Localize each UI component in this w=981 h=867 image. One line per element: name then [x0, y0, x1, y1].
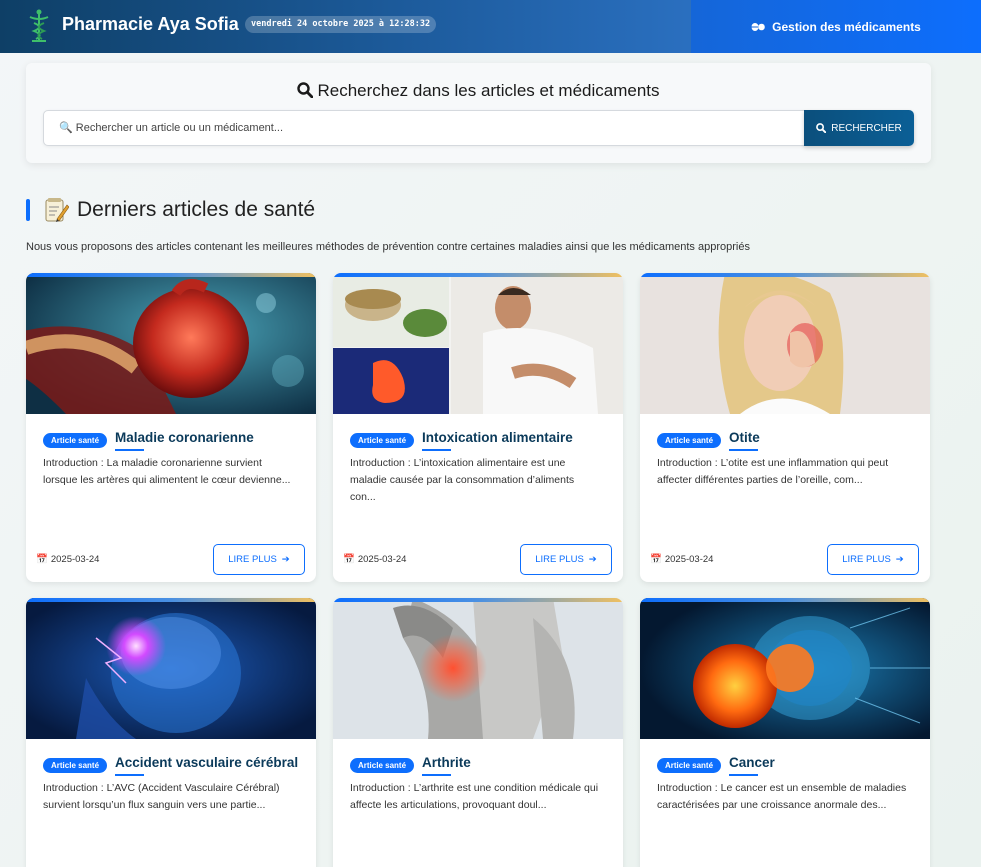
article-intro: Introduction : La maladie coronarienne s…	[43, 457, 291, 486]
section-title-text: Derniers articles de santé	[77, 198, 316, 221]
title-underline	[115, 774, 144, 776]
datetime-badge: vendredi 24 octobre 2025 à 12:28:32	[245, 16, 437, 33]
pills-icon	[751, 22, 765, 31]
stomach-pain-image[interactable]	[333, 273, 623, 414]
category-badge: Article santé	[43, 758, 108, 773]
article-card[interactable]: Article santé Maladie coronarienne Intro…	[26, 273, 316, 582]
arrow-right-icon: ➔	[588, 554, 597, 565]
title-underline	[422, 449, 451, 451]
title-underline	[422, 774, 451, 776]
nav-medications-label: Gestion des médicaments	[772, 19, 921, 34]
cancer-cell-image[interactable]	[640, 598, 930, 739]
search-title: Recherchez dans les articles et médicame…	[26, 81, 931, 101]
top-header: Pharmacie Aya Sofia vendredi 24 octobre …	[0, 0, 981, 53]
arrow-right-icon: ➔	[895, 554, 904, 565]
article-title[interactable]: Maladie coronarienne	[115, 430, 254, 445]
article-intro: Introduction : L’arthrite est une condit…	[350, 782, 599, 811]
brand-name[interactable]: Pharmacie Aya Sofia	[62, 14, 239, 35]
article-title[interactable]: Accident vasculaire cérébral	[115, 755, 298, 770]
article-title[interactable]: Intoxication alimentaire	[422, 430, 573, 445]
article-intro: Introduction : L’otite est une inflammat…	[657, 457, 889, 486]
calendar-icon: 📅	[650, 554, 662, 565]
caduceus-icon[interactable]	[26, 9, 52, 43]
memo-icon	[45, 198, 69, 222]
search-box[interactable]	[43, 110, 805, 146]
title-underline	[729, 774, 758, 776]
search-button[interactable]: RECHERCHER	[804, 110, 914, 146]
category-badge: Article santé	[350, 758, 415, 773]
category-badge: Article santé	[43, 433, 108, 448]
article-intro: Introduction : Le cancer est un ensemble…	[657, 782, 907, 811]
title-underline	[729, 449, 758, 451]
article-card[interactable]: Article santé Otite Introduction : L’oti…	[640, 273, 930, 582]
nav-medications-button[interactable]: Gestion des médicaments	[691, 0, 981, 53]
knee-pain-image[interactable]	[333, 598, 623, 739]
read-more-button[interactable]: LIRE PLUS ➔	[827, 544, 919, 575]
article-date-text: 2025-03-24	[357, 554, 407, 565]
category-badge: Article santé	[657, 433, 722, 448]
category-badge: Article santé	[350, 433, 415, 448]
read-more-button[interactable]: LIRE PLUS ➔	[520, 544, 612, 575]
calendar-icon: 📅	[36, 554, 48, 565]
section-accent-bar	[26, 199, 30, 221]
article-date-text: 2025-03-24	[664, 554, 714, 565]
search-panel: Recherchez dans les articles et médicame…	[26, 63, 931, 163]
search-icon	[297, 82, 314, 98]
article-card[interactable]: Article santé Arthrite Introduction : L’…	[333, 598, 623, 867]
article-title[interactable]: Cancer	[729, 755, 775, 770]
search-input[interactable]	[44, 111, 804, 145]
read-more-label: LIRE PLUS	[535, 554, 584, 565]
heart-artery-image[interactable]	[26, 273, 316, 414]
read-more-button[interactable]: LIRE PLUS ➔	[213, 544, 305, 575]
read-more-label: LIRE PLUS	[842, 554, 891, 565]
article-intro: Introduction : L’AVC (Accident Vasculair…	[43, 782, 280, 811]
article-intro: Introduction : L’intoxication alimentair…	[350, 457, 575, 503]
article-title[interactable]: Arthrite	[422, 755, 471, 770]
search-title-text: Recherchez dans les articles et médicame…	[317, 81, 660, 100]
arrow-right-icon: ➔	[281, 554, 290, 565]
read-more-label: LIRE PLUS	[228, 554, 277, 565]
section-subtitle: Nous vous proposons des articles contena…	[26, 241, 750, 253]
brain-glow-image[interactable]	[26, 598, 316, 739]
article-date: 📅 2025-03-24	[650, 554, 713, 565]
article-title[interactable]: Otite	[729, 430, 760, 445]
title-underline	[115, 449, 144, 451]
ear-pain-image[interactable]	[640, 273, 930, 414]
calendar-icon: 📅	[343, 554, 355, 565]
article-card[interactable]: Article santé Intoxication alimentaire I…	[333, 273, 623, 582]
article-date-text: 2025-03-24	[50, 554, 100, 565]
search-button-label: RECHERCHER	[831, 122, 902, 134]
article-card[interactable]: Article santé Accident vasculaire cérébr…	[26, 598, 316, 867]
section-title: Derniers articles de santé	[43, 197, 315, 223]
category-badge: Article santé	[657, 758, 722, 773]
search-icon	[816, 123, 827, 133]
article-date: 📅 2025-03-24	[343, 554, 406, 565]
article-date: 📅 2025-03-24	[36, 554, 99, 565]
article-card[interactable]: Article santé Cancer Introduction : Le c…	[640, 598, 930, 867]
